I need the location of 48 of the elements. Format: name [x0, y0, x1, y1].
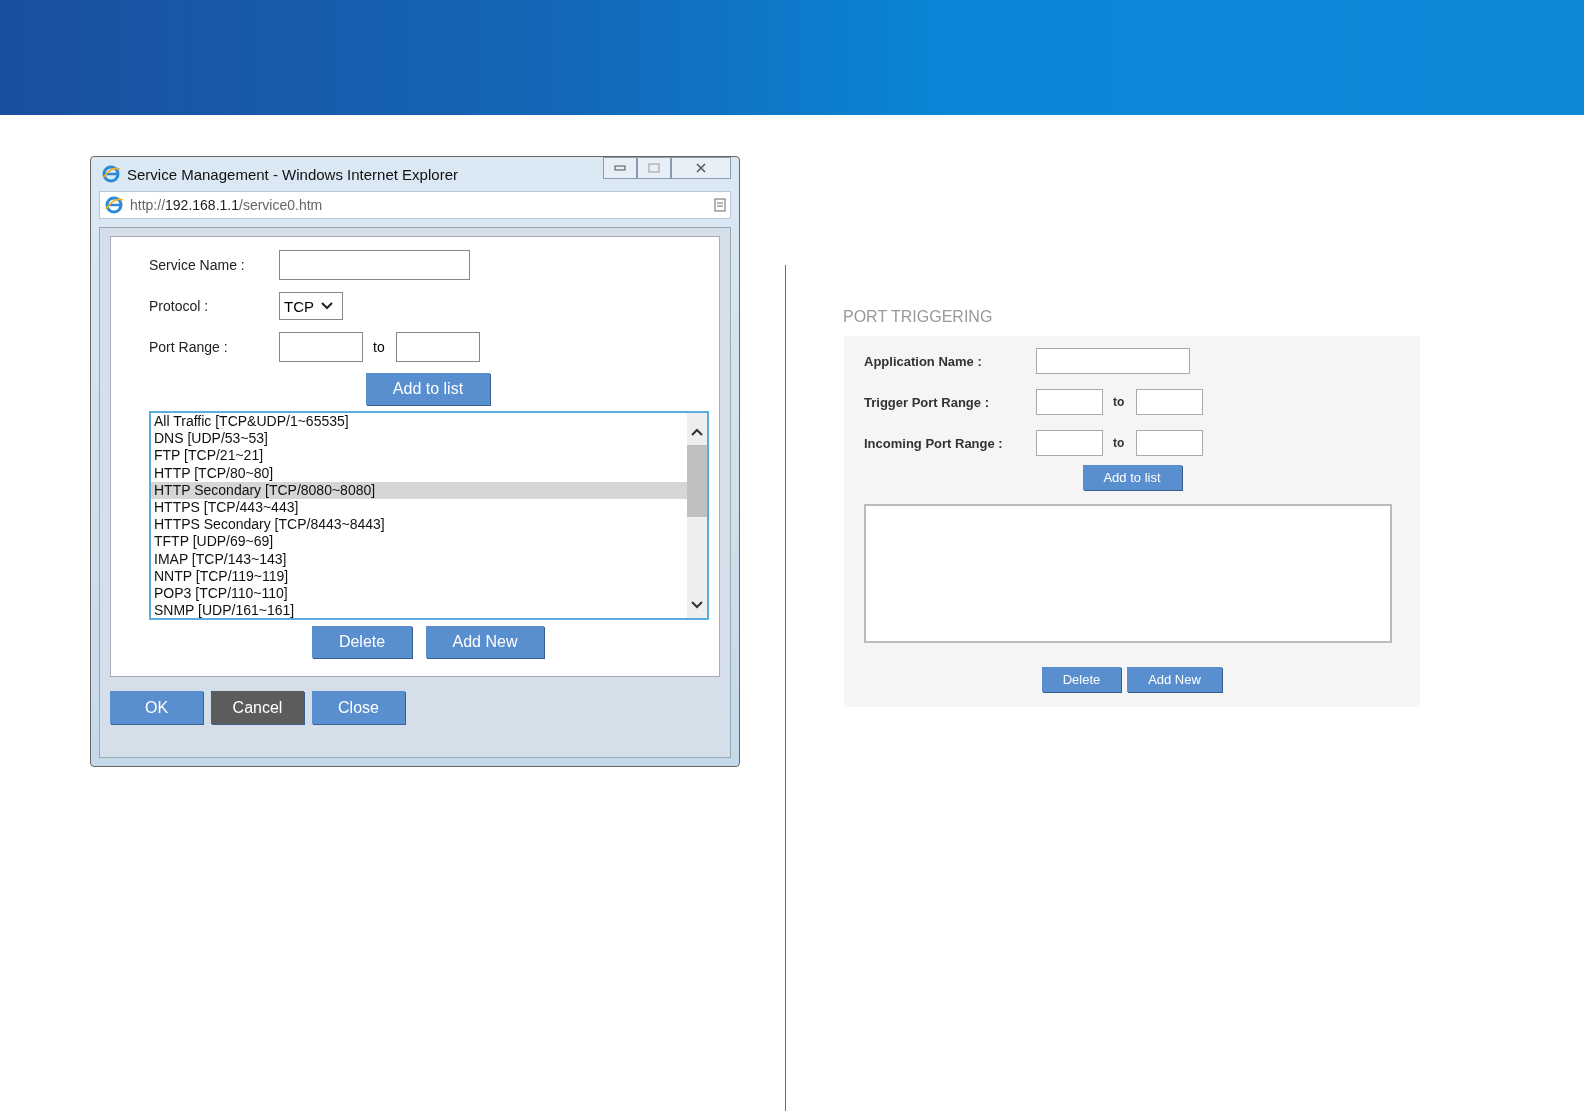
chevron-down-icon — [320, 301, 334, 311]
browser-logo-icon — [104, 195, 124, 215]
field-label: Port Range : — [149, 339, 229, 355]
range-separator: to — [373, 339, 385, 355]
range-separator: to — [1113, 436, 1125, 450]
cancel-button[interactable]: Cancel — [211, 691, 304, 724]
list-item[interactable]: TFTP [UDP/69~69] — [151, 533, 687, 551]
list-item[interactable]: HTTPS Secondary [TCP/8443~8443] — [151, 516, 687, 534]
field-label: Service Name : — [149, 257, 246, 273]
list-item[interactable]: POP3 [TCP/110~110] — [151, 585, 687, 603]
browser-logo-icon — [101, 164, 121, 184]
close-icon — [695, 163, 707, 173]
input-field[interactable] — [395, 332, 480, 362]
scrollbar[interactable] — [687, 413, 707, 618]
scroll-up-icon[interactable] — [690, 427, 704, 437]
list-item[interactable]: HTTP Secondary [TCP/8080~8080] — [151, 481, 687, 499]
input-field[interactable] — [1036, 348, 1190, 374]
scroll-thumb[interactable] — [687, 445, 707, 517]
address-url: http://192.168.1.1/service0.htm — [130, 197, 324, 213]
maximize-icon — [648, 163, 660, 173]
minimize-icon — [614, 163, 626, 173]
list-item[interactable]: DNS [UDP/53~53] — [151, 430, 687, 448]
window-title: Service Management - Windows Internet Explorer — [127, 165, 459, 183]
list-item[interactable]: NNTP [TCP/119~119] — [151, 567, 687, 586]
input-field[interactable] — [1136, 389, 1204, 415]
field-label: Application Name : — [864, 353, 983, 369]
list-item[interactable]: All Traffic [TCP&UDP/1~65535] — [151, 413, 687, 431]
field-label: Incoming Port Range : — [864, 435, 1004, 451]
maximize-button[interactable] — [637, 157, 671, 179]
protocol-dropdown[interactable]: TCP — [279, 292, 343, 320]
list-item[interactable]: IMAP [TCP/143~143] — [151, 550, 687, 568]
list-item[interactable]: FTP [TCP/21~21] — [151, 447, 687, 465]
input-field[interactable] — [1036, 430, 1103, 456]
section-title: PORT TRIGGERING — [843, 308, 994, 326]
scroll-down-icon[interactable] — [690, 600, 704, 610]
list-item[interactable]: SNMP [UDP/161~161] — [151, 602, 687, 618]
input-field[interactable] — [1136, 430, 1204, 456]
range-separator: to — [1113, 395, 1125, 409]
input-field[interactable] — [279, 250, 470, 280]
list-item[interactable]: HTTP [TCP/80~80] — [151, 464, 687, 482]
input-field[interactable] — [279, 332, 363, 362]
field-label: Trigger Port Range : — [864, 394, 990, 410]
input-field[interactable] — [1036, 389, 1103, 415]
field-label: Protocol : — [149, 298, 210, 314]
minimize-button[interactable] — [603, 157, 637, 179]
close-button[interactable] — [671, 157, 731, 179]
page-icon — [714, 198, 726, 212]
list-item[interactable]: HTTPS [TCP/443~443] — [151, 499, 687, 517]
